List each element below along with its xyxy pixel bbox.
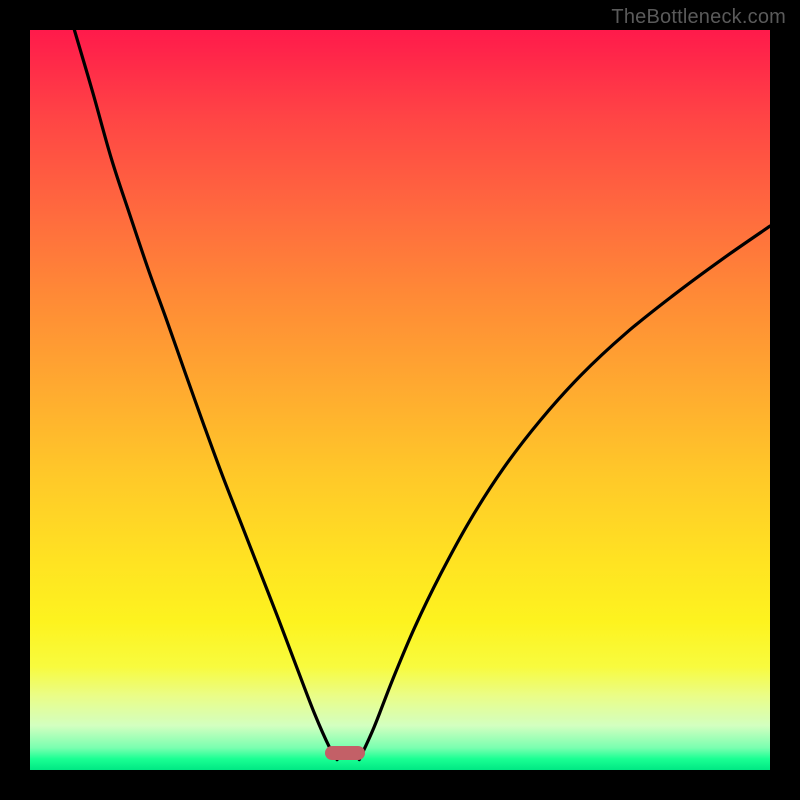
curve-left-branch xyxy=(74,30,337,760)
chart-plot-area xyxy=(30,30,770,770)
watermark-text: TheBottleneck.com xyxy=(611,6,786,29)
bottleneck-curve xyxy=(30,30,770,770)
optimum-marker xyxy=(325,746,365,760)
curve-right-branch xyxy=(359,226,770,760)
